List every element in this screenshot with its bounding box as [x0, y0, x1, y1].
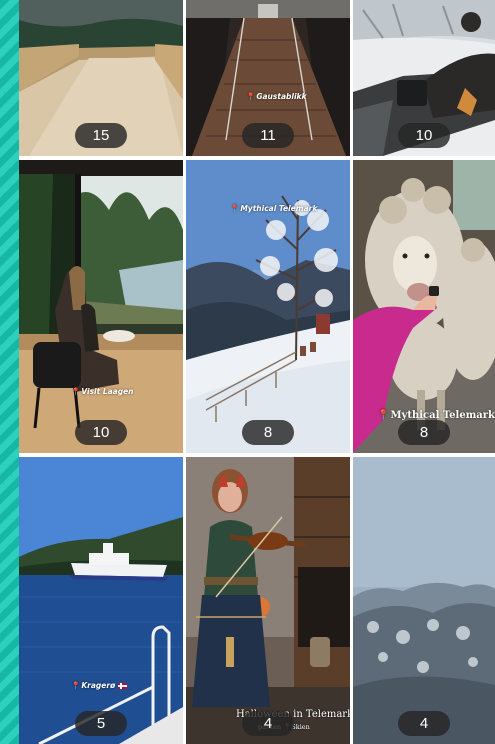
thumbnail-image	[186, 457, 350, 744]
video-tile-7[interactable]: 📍Kragerø 5	[19, 457, 183, 744]
location-pin-icon: 📍	[230, 204, 240, 213]
location-pin-icon: 📍	[71, 681, 81, 690]
thumbnail-image	[19, 457, 183, 744]
view-count-badge: 4	[398, 711, 450, 736]
video-thumbnail-grid: 15 📍Gaustablikk 11 10 📍Visit Laagen 10 📍…	[19, 0, 495, 744]
view-count-badge: 10	[398, 123, 450, 148]
video-tile-1[interactable]: 15	[19, 0, 183, 156]
view-count-badge: 8	[398, 420, 450, 445]
view-count-badge: 5	[75, 711, 127, 736]
location-tag: 📍Mythical Telemark	[230, 204, 318, 213]
video-tile-8[interactable]: Halloween in Telemark parken 📍Skien 4	[186, 457, 350, 744]
location-tag: 📍Visit Laagen	[71, 387, 134, 396]
video-tile-6[interactable]: 📍Mythical Telemark 8	[353, 160, 495, 453]
norway-flag-icon	[117, 683, 127, 689]
location-pin-icon: 📍	[377, 410, 390, 421]
video-tile-5[interactable]: 📍Mythical Telemark 8	[186, 160, 350, 453]
video-tile-2[interactable]: 📍Gaustablikk 11	[186, 0, 350, 156]
thumbnail-image	[19, 160, 183, 453]
video-tile-9[interactable]: 4	[353, 457, 495, 744]
view-count-badge: 11	[242, 123, 294, 148]
location-pin-icon: 📍	[71, 387, 81, 396]
view-count-badge: 8	[242, 420, 294, 445]
video-tile-3[interactable]: 10	[353, 0, 495, 156]
location-pin-icon: 📍	[246, 92, 256, 101]
view-count-badge: 10	[75, 420, 127, 445]
view-count-badge: 15	[75, 123, 127, 148]
thumbnail-image	[353, 457, 495, 744]
location-tag: 📍Kragerø	[71, 681, 127, 690]
location-tag: 📍Gaustablikk	[246, 92, 307, 101]
side-stripe-decoration	[0, 0, 19, 744]
video-tile-4[interactable]: 📍Visit Laagen 10	[19, 160, 183, 453]
view-count-badge: 4	[242, 711, 294, 736]
